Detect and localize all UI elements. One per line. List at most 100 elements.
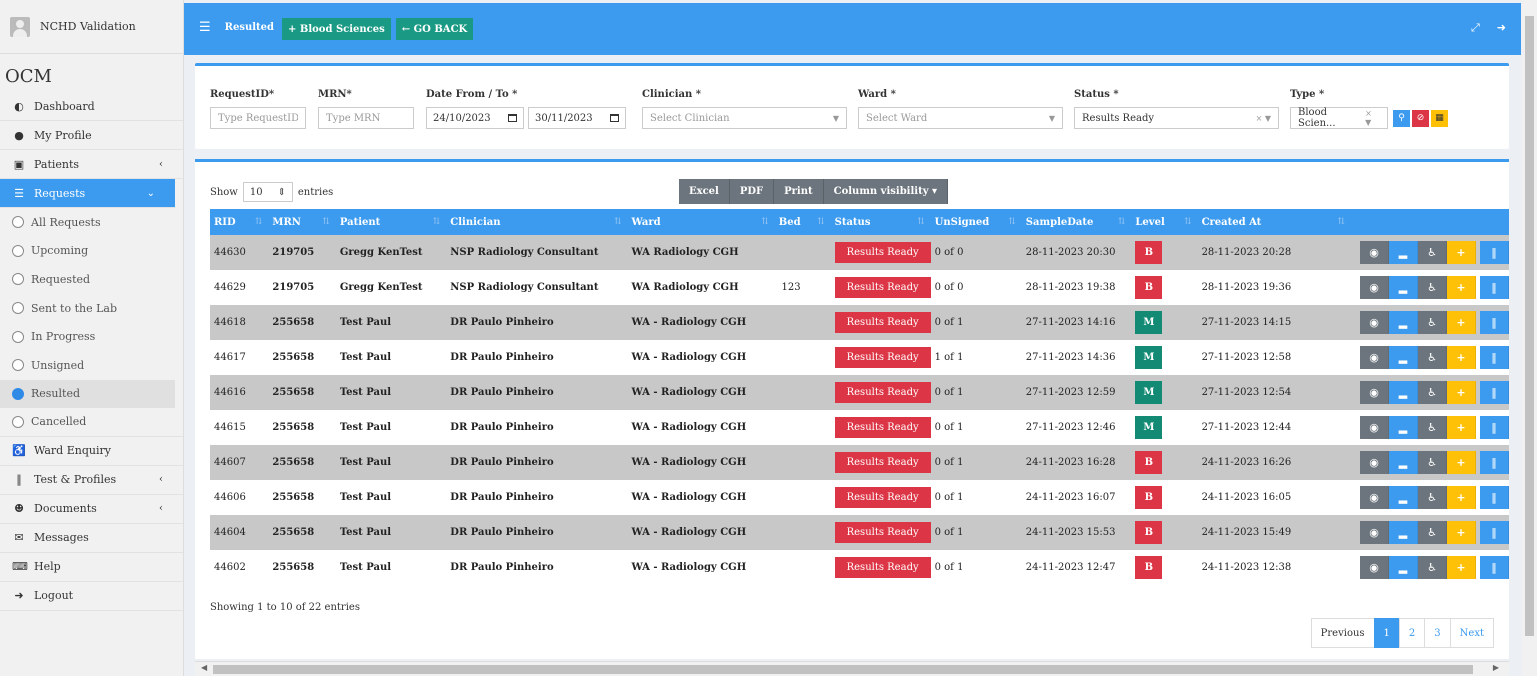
chart-icon[interactable]: ▂ xyxy=(1389,381,1418,404)
column-header[interactable]: RID ⇅ xyxy=(210,209,269,235)
plus-icon[interactable]: + xyxy=(1447,241,1476,264)
chart-icon[interactable]: ▂ xyxy=(1389,311,1418,334)
column-header[interactable]: Patient ⇅ xyxy=(335,209,447,235)
request-id-input[interactable] xyxy=(210,107,306,129)
table-row[interactable]: 44629 219705 Gregg KenTest NSP Radiology Co… xyxy=(210,270,1509,305)
plus-icon[interactable]: + xyxy=(1447,521,1476,544)
sidebar-subitem-upcoming[interactable]: Upcoming xyxy=(0,237,183,266)
wheelchair-icon[interactable]: ♿ xyxy=(1418,486,1447,509)
eye-icon[interactable]: ◉ xyxy=(1360,486,1389,509)
type-select[interactable]: Blood Scien... × ▼ xyxy=(1290,107,1388,129)
plus-icon[interactable]: + xyxy=(1447,346,1476,369)
chart-icon[interactable]: ▂ xyxy=(1389,241,1418,264)
eye-icon[interactable]: ◉ xyxy=(1360,346,1389,369)
column-header[interactable]: UnSigned ⇅ xyxy=(930,209,1022,235)
plus-icon[interactable]: + xyxy=(1447,311,1476,334)
wheelchair-icon[interactable]: ♿ xyxy=(1418,521,1447,544)
vertical-scrollbar[interactable] xyxy=(1522,0,1537,676)
chart-icon[interactable]: ▂ xyxy=(1389,276,1418,299)
eye-icon[interactable]: ◉ xyxy=(1360,311,1389,334)
wheelchair-icon[interactable]: ♿ xyxy=(1418,556,1447,579)
table-row[interactable]: 44630 219705 Gregg KenTest NSP Radiology Co… xyxy=(210,235,1509,270)
eye-icon[interactable]: ◉ xyxy=(1360,381,1389,404)
sidebar-item-logout[interactable]: ➜ Logout xyxy=(0,582,183,611)
sidebar-subitem-in-progress[interactable]: In Progress xyxy=(0,322,183,351)
column-header[interactable]: Created At ⇅ xyxy=(1197,209,1352,235)
ban-icon[interactable]: ⊘ xyxy=(1412,109,1429,127)
sign-out-icon[interactable]: ➜ xyxy=(1497,21,1506,35)
previous-page-button[interactable]: Previous xyxy=(1310,618,1375,648)
chart-icon[interactable]: ▂ xyxy=(1389,556,1418,579)
plus-icon[interactable]: + xyxy=(1447,556,1476,579)
test-tubes-icon[interactable]: ‖ xyxy=(1480,556,1509,579)
horizontal-scrollbar[interactable]: ◀ ▶ xyxy=(195,661,1509,676)
chart-icon[interactable]: ▂ xyxy=(1389,346,1418,369)
blood-sciences-button[interactable]: + Blood Sciences xyxy=(282,18,391,40)
hamburger-menu-icon[interactable]: ☰ xyxy=(199,20,211,35)
wheelchair-icon[interactable]: ♿ xyxy=(1418,381,1447,404)
table-row[interactable]: 44604 255658 Test Paul DR Paulo Pinheiro WA … xyxy=(210,515,1509,550)
plus-icon[interactable]: + xyxy=(1447,276,1476,299)
column-visibility-button[interactable]: Column visibility ▾ xyxy=(823,179,949,204)
eye-icon[interactable]: ◉ xyxy=(1360,416,1389,439)
page-button-3[interactable]: 3 xyxy=(1424,618,1451,648)
plus-icon[interactable]: + xyxy=(1447,416,1476,439)
sidebar-item-ward-enquiry[interactable]: ♿ Ward Enquiry xyxy=(0,437,183,466)
pdf-button[interactable]: PDF xyxy=(729,179,775,204)
eye-icon[interactable]: ◉ xyxy=(1360,556,1389,579)
date-from-input[interactable]: 24/10/2023 xyxy=(426,107,524,129)
test-tubes-icon[interactable]: ‖ xyxy=(1480,486,1509,509)
plus-icon[interactable]: + xyxy=(1447,486,1476,509)
table-row[interactable]: 44616 255658 Test Paul DR Paulo Pinheiro WA … xyxy=(210,375,1509,410)
sidebar-subitem-cancelled[interactable]: Cancelled xyxy=(0,408,183,437)
go-back-button[interactable]: ← GO BACK xyxy=(395,18,474,40)
date-to-input[interactable]: 30/11/2023 xyxy=(528,107,626,129)
wheelchair-icon[interactable]: ♿ xyxy=(1418,346,1447,369)
column-header[interactable]: SampleDate ⇅ xyxy=(1021,209,1132,235)
chart-icon[interactable]: ▂ xyxy=(1389,451,1418,474)
calendar-icon[interactable]: ▦ xyxy=(1431,109,1448,127)
test-tubes-icon[interactable]: ‖ xyxy=(1480,346,1509,369)
wheelchair-icon[interactable]: ♿ xyxy=(1418,311,1447,334)
wheelchair-icon[interactable]: ♿ xyxy=(1418,276,1447,299)
sidebar-subitem-all-requests[interactable]: All Requests xyxy=(0,208,183,237)
table-row[interactable]: 44602 255658 Test Paul DR Paulo Pinheiro WA … xyxy=(210,550,1509,585)
test-tubes-icon[interactable]: ‖ xyxy=(1480,521,1509,544)
table-row[interactable]: 44607 255658 Test Paul DR Paulo Pinheiro WA … xyxy=(210,445,1509,480)
sidebar-subitem-unsigned[interactable]: Unsigned xyxy=(0,351,183,380)
eye-icon[interactable]: ◉ xyxy=(1360,521,1389,544)
table-row[interactable]: 44618 255658 Test Paul DR Paulo Pinheiro WA … xyxy=(210,305,1509,340)
chart-icon[interactable]: ▂ xyxy=(1389,521,1418,544)
next-page-button[interactable]: Next xyxy=(1449,618,1494,648)
plus-icon[interactable]: + xyxy=(1447,451,1476,474)
scroll-right-icon[interactable]: ▶ xyxy=(1493,663,1499,672)
status-select[interactable]: Results Ready × ▼ xyxy=(1074,107,1279,129)
column-header[interactable]: Level ⇅ xyxy=(1131,209,1198,235)
fullscreen-icon[interactable]: ⤢ xyxy=(1471,21,1480,35)
column-header[interactable]: Ward ⇅ xyxy=(627,209,775,235)
sidebar-subitem-requested[interactable]: Requested xyxy=(0,265,183,294)
sidebar-item-patients[interactable]: ▣ Patients ‹ xyxy=(0,150,183,179)
page-button-1[interactable]: 1 xyxy=(1373,618,1400,648)
clear-chevron-icon[interactable]: × ▼ xyxy=(1365,109,1380,127)
column-header[interactable]: Clinician ⇅ xyxy=(446,209,628,235)
sidebar-item-requests[interactable]: ☰ Requests ⌄ xyxy=(0,179,175,208)
chart-icon[interactable]: ▂ xyxy=(1389,416,1418,439)
test-tubes-icon[interactable]: ‖ xyxy=(1480,276,1509,299)
sidebar-item-messages[interactable]: ✉ Messages xyxy=(0,524,183,553)
chart-icon[interactable]: ▂ xyxy=(1389,486,1418,509)
test-tubes-icon[interactable]: ‖ xyxy=(1480,311,1509,334)
table-row[interactable]: 44617 255658 Test Paul DR Paulo Pinheiro WA … xyxy=(210,340,1509,375)
sidebar-item-documents[interactable]: ☻ Documents ‹ xyxy=(0,495,183,524)
horizontal-scroll-thumb[interactable] xyxy=(213,665,1473,674)
test-tubes-icon[interactable]: ‖ xyxy=(1480,381,1509,404)
clear-chevron-icon[interactable]: × ▼ xyxy=(1256,114,1271,123)
test-tubes-icon[interactable]: ‖ xyxy=(1480,241,1509,264)
wheelchair-icon[interactable]: ♿ xyxy=(1418,416,1447,439)
sidebar-item-my-profile[interactable]: ● My Profile xyxy=(0,121,183,150)
eye-icon[interactable]: ◉ xyxy=(1360,241,1389,264)
sidebar-item-dashboard[interactable]: ◐ Dashboard xyxy=(0,92,183,121)
vertical-scroll-thumb[interactable] xyxy=(1525,16,1534,636)
sidebar-subitem-resulted[interactable]: Resulted xyxy=(0,379,175,409)
plus-icon[interactable]: + xyxy=(1447,381,1476,404)
